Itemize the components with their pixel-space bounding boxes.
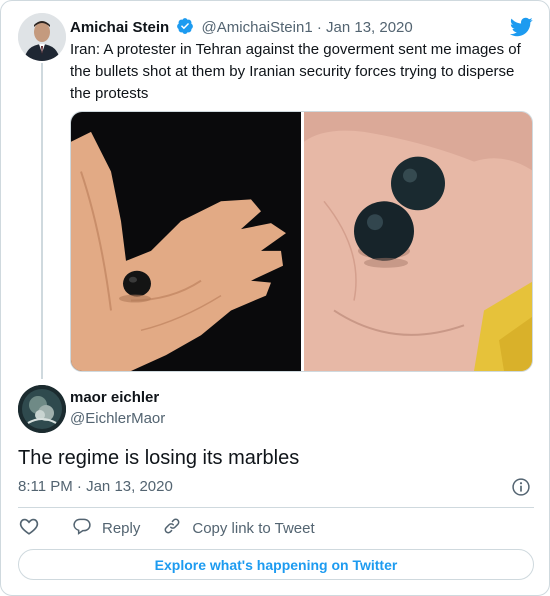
reply-author-avatar[interactable] xyxy=(18,385,66,433)
tweet-date[interactable]: Jan 13, 2020 xyxy=(86,478,173,495)
explore-twitter-button[interactable]: Explore what's happening on Twitter xyxy=(18,549,534,580)
like-button[interactable] xyxy=(18,515,50,541)
reply-label: Reply xyxy=(102,519,141,537)
timestamp-separator: · xyxy=(76,478,82,495)
reply-icon xyxy=(72,516,102,540)
quoted-tweet-date[interactable]: Jan 13, 2020 xyxy=(326,19,413,36)
reply-button[interactable]: Reply xyxy=(72,516,140,540)
tweet-actions: Reply Copy link to Tweet xyxy=(18,514,337,542)
divider xyxy=(18,507,534,508)
author-avatar[interactable] xyxy=(18,13,66,61)
author-name[interactable]: Amichai Stein xyxy=(70,19,169,36)
verified-badge-icon xyxy=(176,17,194,39)
photo-hand-one-bullet[interactable] xyxy=(71,112,301,371)
quoted-tweet-header: Amichai Stein @AmichaiStein1 · Jan 13, 2… xyxy=(70,17,413,39)
photo-hand-two-bullets[interactable] xyxy=(304,112,533,371)
info-icon[interactable] xyxy=(511,477,531,502)
tweet-text: The regime is losing its marbles xyxy=(18,447,300,469)
copy-link-label: Copy link to Tweet xyxy=(192,519,315,537)
quoted-tweet-text: Iran: A protester in Tehran against the … xyxy=(70,41,521,102)
copy-link-button[interactable]: Copy link to Tweet xyxy=(162,516,315,540)
tweet-embed-card: Amichai Stein @AmichaiStein1 · Jan 13, 2… xyxy=(0,0,550,596)
link-icon xyxy=(162,516,192,540)
tweet-timestamp[interactable]: 8:11 PM · Jan 13, 2020 xyxy=(18,478,173,495)
tweet-media[interactable] xyxy=(70,111,533,372)
heart-icon xyxy=(18,515,50,541)
header-separator: · xyxy=(316,19,322,36)
tweet-time[interactable]: 8:11 PM xyxy=(18,478,73,495)
reply-author-name[interactable]: maor eichler xyxy=(70,389,159,406)
author-handle[interactable]: @AmichaiStein1 xyxy=(202,19,313,36)
thread-line xyxy=(41,63,43,379)
reply-author-handle[interactable]: @EichlerMaor xyxy=(70,410,165,427)
